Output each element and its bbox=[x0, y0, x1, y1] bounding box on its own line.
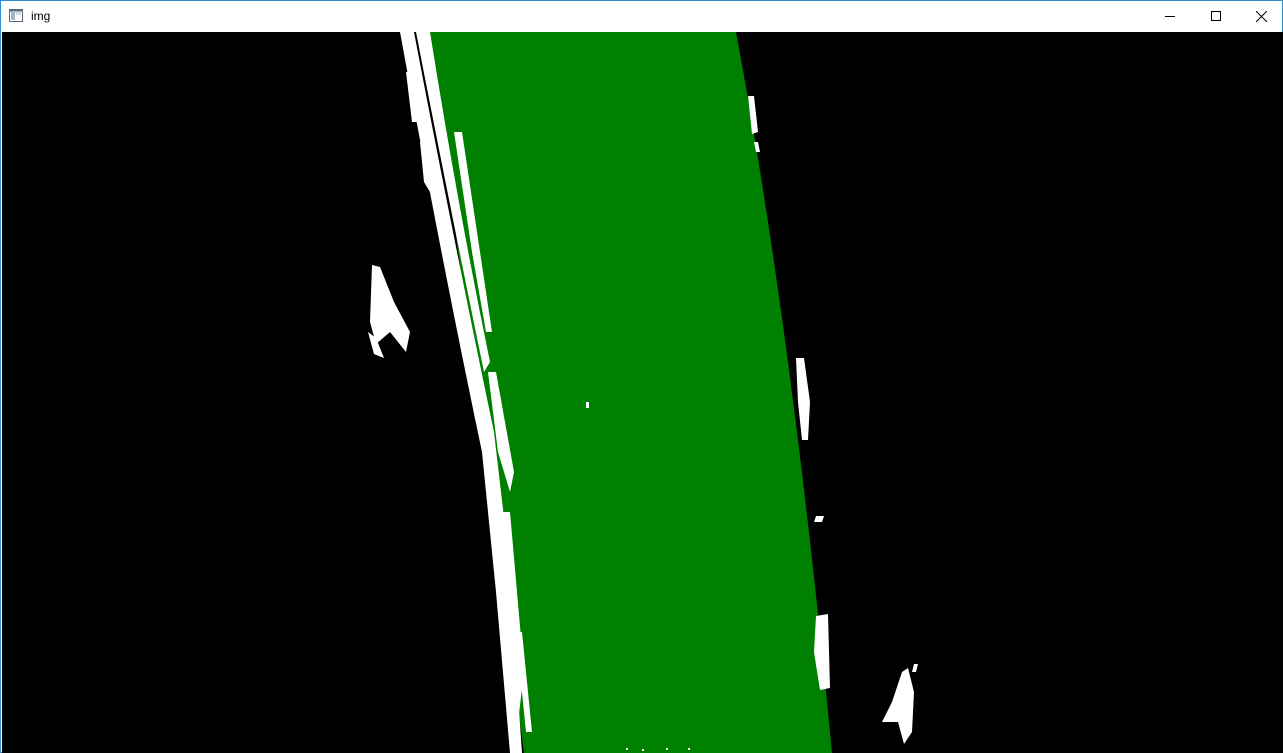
image-canvas bbox=[2, 32, 1283, 753]
maximize-button[interactable] bbox=[1193, 1, 1239, 31]
app-icon bbox=[9, 9, 23, 22]
lane-detection-image bbox=[368, 32, 918, 753]
image-window: img bbox=[0, 0, 1283, 753]
minimize-icon bbox=[1165, 16, 1175, 17]
lane-area-fill bbox=[430, 32, 832, 753]
close-button[interactable] bbox=[1238, 1, 1283, 31]
left-noise-specks bbox=[368, 265, 410, 358]
maximize-icon bbox=[1211, 11, 1221, 21]
minimize-button[interactable] bbox=[1147, 1, 1193, 31]
title-bar[interactable]: img bbox=[1, 1, 1282, 31]
close-icon bbox=[1255, 10, 1267, 22]
window-title: img bbox=[31, 9, 51, 23]
